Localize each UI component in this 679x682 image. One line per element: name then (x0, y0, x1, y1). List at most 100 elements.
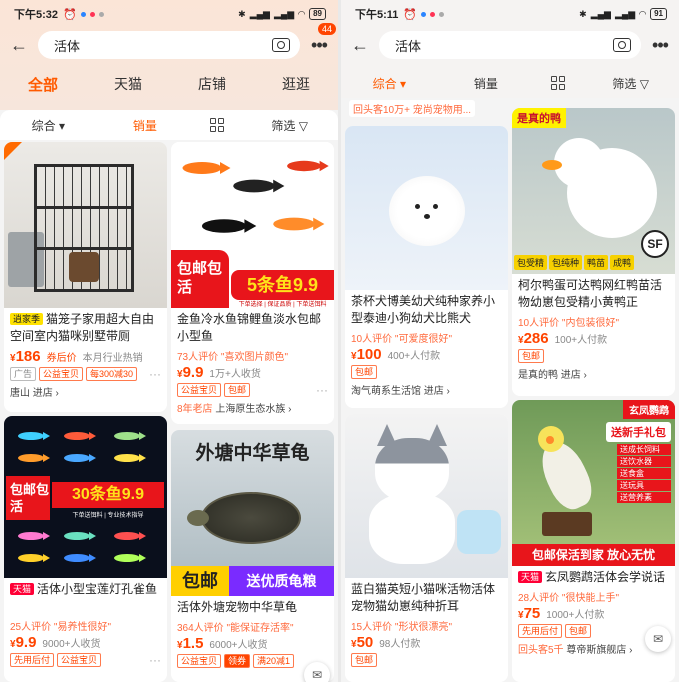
tab-stores[interactable]: 店铺 (198, 74, 226, 95)
status-bar: 下午5:11 ⏰ ✱ ▂▄▆ ▂▄▆ ◠ 91 (355, 6, 667, 22)
sort-sales[interactable]: 销量 (438, 75, 535, 92)
discount-chip: 满20减1 (253, 654, 295, 668)
tab-browse[interactable]: 逛逛 (282, 74, 310, 95)
product-card[interactable]: 包邮包活 5条鱼9.9 下单选择 | 保证品质 | 下单送饵料 金鱼冷水鱼锦鲤鱼… (171, 142, 334, 424)
wifi-icon: ◠ (298, 8, 306, 19)
product-card[interactable]: 蓝白猫英短小猫咪活物活体宠物猫幼崽纯种折耳 15人评价 "形状很漂亮" ¥50 9… (345, 414, 508, 682)
battery-icon: 89 (309, 8, 326, 20)
product-title-text: 玄凤鹦鹉活体会学说话 (545, 570, 666, 584)
gift-label: 送新手礼包 (606, 422, 671, 442)
tmall-tag: 天猫 (518, 571, 543, 583)
tab-all[interactable]: 全部 (28, 74, 58, 95)
chip-row: 包邮 (345, 364, 508, 380)
sort-bar: 综合 ▾ 销量 筛选 ▽ (0, 110, 338, 140)
banner-top: 外塘中华草龟 (195, 443, 310, 464)
sold-count: 98人付款 (379, 639, 421, 650)
ad-chip: 广告 (10, 367, 37, 381)
grid-view-toggle[interactable] (534, 76, 582, 91)
sort-comprehensive[interactable]: 综合 ▾ (0, 117, 97, 134)
price-number: 50 (356, 634, 374, 651)
gift-item: 送营养素 (617, 492, 671, 503)
filter-button[interactable]: 筛选 ▽ (241, 117, 338, 134)
price-row: ¥1.5 6000+人收货 (171, 634, 334, 653)
fish-shape (64, 454, 96, 462)
camera-icon[interactable] (613, 38, 631, 52)
price-number: 286 (523, 330, 549, 347)
store-link[interactable]: 进店 (33, 388, 53, 399)
app-dot-icon (89, 11, 95, 17)
search-input[interactable]: 活体 (38, 31, 300, 59)
sort-comprehensive[interactable]: 综合 ▾ (341, 75, 438, 92)
store-row[interactable]: 唐山 进店 › (4, 382, 167, 401)
caret-down-icon: ▾ (58, 118, 65, 133)
more-menu-icon[interactable]: ••• (649, 35, 671, 56)
floating-chat-icon[interactable]: ✉ (645, 626, 671, 652)
puppy-nose (424, 214, 430, 219)
sold-count: 本月行业热销 (82, 353, 143, 364)
store-link[interactable]: 进店 (424, 386, 444, 397)
chip-row: 公益宝贝 包邮 ··· (171, 382, 334, 398)
bluetooth-icon: ✱ (579, 8, 587, 19)
notification-badge: 44 (317, 22, 336, 35)
store-link[interactable]: 进店 (561, 370, 581, 381)
more-menu-icon[interactable]: ••• 44 (308, 22, 336, 56)
store-name: 唐山 (10, 388, 30, 399)
banner-left: 包邮 (171, 566, 229, 596)
store-row[interactable]: 淘气萌系生活馆 进店 › (345, 380, 508, 399)
banner-right: 送优质龟粮 (229, 566, 334, 596)
store-badge: 回头客5千 (518, 645, 564, 656)
signal-icon: ▂▄▆ (614, 8, 636, 19)
product-card[interactable]: 是真的鸭 包受精 包纯种 鸭苗 成鸭 SF 柯尔鸭蛋可达鸭网红鸭苗活物幼崽包受精… (512, 108, 675, 396)
system-icons: ✱ ▂▄▆ ▂▄▆ ◠ 89 (238, 8, 326, 20)
product-title: 逍家季 猫笼子家用超大自由空间室内猫咪别墅带厕 (4, 308, 167, 347)
cage-shelf (34, 206, 134, 209)
chip-row: 先用后付 公益宝贝 ··· (4, 652, 167, 668)
product-card[interactable]: 逍家季 猫笼子家用超大自由空间室内猫咪别墅带厕 ¥186 券后价 本月行业热销 广告公… (4, 142, 167, 412)
battery-icon: 91 (650, 8, 667, 20)
card-more-icon[interactable]: ··· (149, 653, 161, 667)
card-more-icon[interactable]: ··· (316, 383, 328, 397)
camera-icon[interactable] (272, 38, 290, 52)
perch-shape (542, 512, 592, 536)
kitten-ear-shape (377, 424, 397, 446)
gift-item: 送玩具 (617, 480, 671, 491)
card-more-icon[interactable]: ··· (149, 367, 161, 381)
price-value: ¥9.9 (177, 364, 204, 381)
repeat-customer-hint[interactable]: 回头客10万+ 宠尚宠物用... (349, 100, 476, 117)
tmall-tag: 天猫 (10, 583, 35, 595)
product-title-text: 活体小型宝莲灯孔雀鱼 (37, 582, 158, 596)
grid-view-icon (551, 76, 566, 91)
price-value: ¥50 (351, 634, 374, 651)
alarm-icon: ⏰ (63, 8, 77, 21)
sort-bar: 综合 ▾ 销量 筛选 ▽ (341, 68, 679, 98)
signal-icon: ▂▄▆ (249, 8, 270, 19)
store-row[interactable]: 8年老店 上海原生态水族 › (171, 398, 334, 417)
store-row[interactable]: 是真的鸭 进店 › (512, 364, 675, 383)
price-row: ¥50 98人付款 (345, 633, 508, 652)
fish-shape (18, 554, 50, 562)
cage-shelf (34, 247, 134, 250)
turtle-shell-shape (201, 492, 301, 544)
free-shipping-chip: 包邮 (351, 365, 378, 379)
back-arrow-icon[interactable]: ← (6, 35, 32, 56)
search-input[interactable]: 活体 (379, 31, 641, 59)
product-card[interactable]: 外塘中华草龟 包邮 送优质龟粮 活体外塘宠物中华草龟 364人评价 "能保证存活… (171, 430, 334, 682)
price-row: ¥186 券后价 本月行业热销 (4, 347, 167, 366)
sort-sales[interactable]: 销量 (97, 117, 194, 134)
sold-count: 6000+人收货 (209, 640, 268, 651)
product-card[interactable]: 包邮包活 30条鱼9.9 下单送饵料 | 专业技术指导 天猫 活体小型宝莲灯孔雀鱼… (4, 416, 167, 682)
sold-count: 9000+人收货 (42, 639, 101, 650)
grid-view-toggle[interactable] (193, 118, 241, 133)
filter-icon: ▽ (639, 76, 650, 91)
product-card[interactable]: 茶杯犬博美幼犬纯种家养小型泰迪小狗幼犬比熊犬 10人评价 "可爱度很好" ¥10… (345, 126, 508, 408)
fish-shape (18, 432, 50, 440)
filter-label: 筛选 (271, 118, 296, 133)
category-tabs: 全部 天猫 店铺 逛逛 (0, 74, 338, 95)
fish-shape (64, 554, 96, 562)
image-chip: 包纯种 (549, 255, 583, 270)
floating-chat-icon[interactable]: ✉ (304, 662, 330, 682)
back-arrow-icon[interactable]: ← (347, 35, 373, 56)
turtle-head-shape (187, 510, 209, 526)
tab-tmall[interactable]: 天猫 (114, 74, 142, 95)
filter-button[interactable]: 筛选 ▽ (582, 75, 679, 92)
